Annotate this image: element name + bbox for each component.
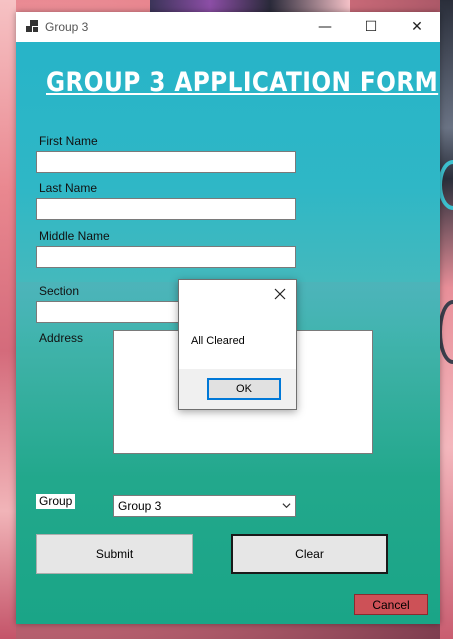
close-button[interactable]: ✕ — [394, 12, 440, 42]
title-bar[interactable]: Group 3 — ☐ ✕ — [16, 12, 440, 42]
first-name-field[interactable] — [36, 151, 296, 173]
address-label: Address — [39, 331, 84, 345]
section-field[interactable] — [36, 301, 186, 323]
app-icon — [26, 20, 38, 32]
last-name-label: Last Name — [39, 181, 98, 195]
page-title: GROUP 3 APPLICATION FORM — [46, 67, 439, 98]
clear-button[interactable]: Clear — [231, 534, 388, 574]
cancel-button-label: Cancel — [372, 597, 410, 612]
last-name-field[interactable] — [36, 198, 296, 220]
middle-name-label: Middle Name — [39, 229, 110, 243]
minimize-button[interactable]: — — [302, 12, 348, 42]
close-icon: ✕ — [411, 19, 423, 35]
maximize-icon: ☐ — [364, 19, 378, 35]
middle-name-field[interactable] — [36, 246, 296, 268]
submit-button-label: Submit — [95, 547, 134, 561]
cancel-button[interactable]: Cancel — [354, 594, 428, 615]
group-label: Group — [36, 494, 76, 509]
clear-button-label: Clear — [295, 547, 324, 561]
ok-button-label: OK — [236, 383, 252, 395]
group-select-value: Group 3 — [118, 499, 162, 513]
dialog-message: All Cleared — [191, 335, 245, 347]
section-label: Section — [39, 284, 80, 298]
submit-button[interactable]: Submit — [36, 534, 193, 574]
group-select[interactable]: Group 3 — [113, 495, 296, 517]
window-title: Group 3 — [45, 20, 89, 34]
chevron-down-icon — [282, 503, 291, 509]
desktop-wallpaper-left — [0, 0, 16, 639]
close-icon[interactable] — [273, 287, 287, 301]
first-name-label: First Name — [39, 134, 98, 148]
ok-button[interactable]: OK — [207, 378, 281, 400]
minimize-icon: — — [318, 19, 332, 35]
maximize-button[interactable]: ☐ — [348, 12, 394, 42]
message-dialog: All Cleared OK — [178, 279, 297, 410]
